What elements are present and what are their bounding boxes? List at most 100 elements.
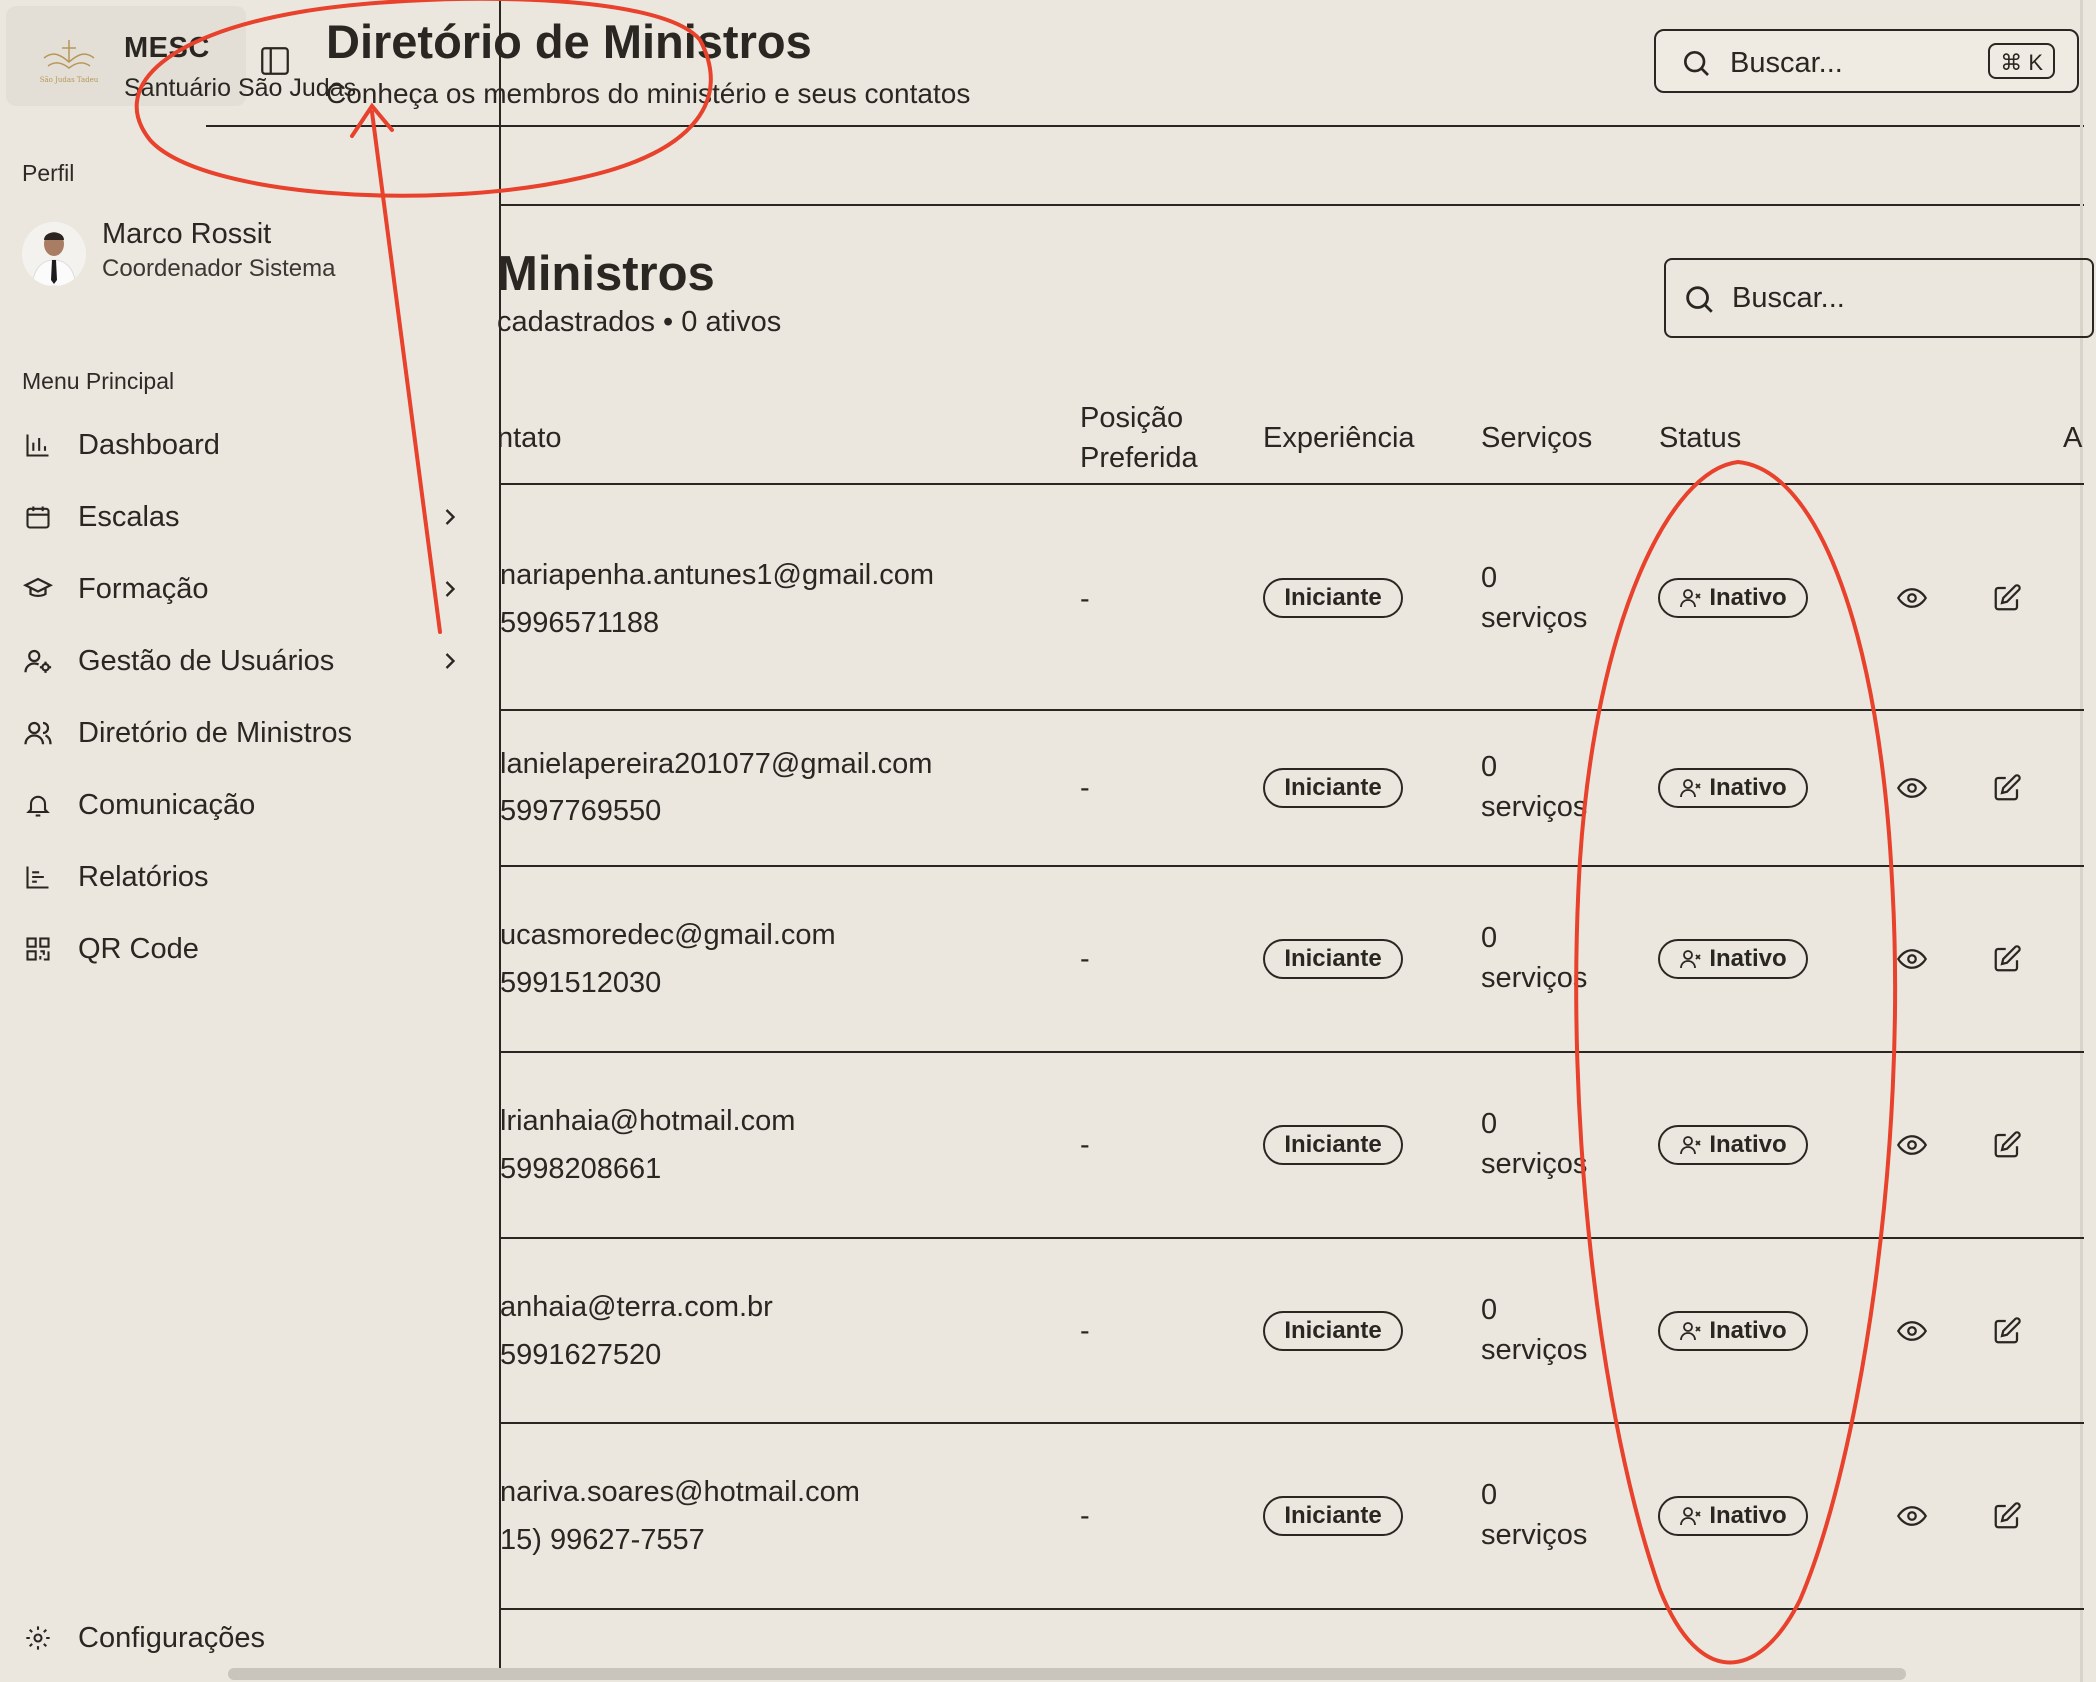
sidebar: São Judas Tadeu MESC Santuário São Judas…: [0, 0, 500, 1682]
menu-section-label: Menu Principal: [22, 368, 175, 394]
row-email: lrianhaia@hotmail.com: [500, 1105, 796, 1137]
qr-code-icon: [22, 933, 54, 965]
row-position: -: [1080, 1315, 1090, 1347]
row-email: anhaia@terra.com.br: [500, 1291, 773, 1323]
sidebar-item-formacao[interactable]: Formação: [22, 559, 472, 619]
status-badge: Inativo: [1658, 1496, 1808, 1536]
experience-badge: Iniciante: [1263, 1311, 1403, 1351]
sidebar-item-label: QR Code: [78, 932, 199, 965]
table-row[interactable]: nariapenha.antunes1@gmail.com 5996571188…: [500, 485, 2084, 711]
chevron-right-icon[interactable]: [436, 503, 464, 531]
eye-icon[interactable]: [1895, 942, 1929, 976]
sidebar-item-label: Diretório de Ministros: [78, 716, 352, 749]
sidebar-item-qr-code[interactable]: QR Code: [22, 919, 472, 979]
row-divider: [500, 1608, 2084, 1610]
header-divider: [206, 125, 2084, 127]
experience-badge: Iniciante: [1263, 1125, 1403, 1165]
sidebar-item-label: Formação: [78, 572, 209, 605]
user-x-icon: [1680, 1136, 1701, 1155]
eye-icon[interactable]: [1895, 1499, 1929, 1533]
avatar[interactable]: [22, 222, 86, 286]
page-subtitle: Conheça os membros do ministério e seus …: [326, 78, 971, 109]
graduation-cap-icon: [22, 573, 54, 605]
user-x-icon: [1680, 1322, 1701, 1341]
ministros-search-input[interactable]: Buscar...: [1664, 258, 2094, 338]
column-header-servicos[interactable]: Serviços: [1481, 422, 1592, 455]
column-header-acoes[interactable]: A: [2063, 422, 2082, 455]
sidebar-item-label: Gestão de Usuários: [78, 644, 335, 677]
column-header-status[interactable]: Status: [1659, 422, 1741, 455]
sidebar-item-comunicacao[interactable]: Comunicação: [22, 775, 472, 835]
sidebar-toggle-icon[interactable]: [258, 44, 292, 78]
eye-icon[interactable]: [1895, 581, 1929, 615]
global-search-input[interactable]: Buscar... ⌘ K: [1654, 29, 2079, 93]
search-icon: [1686, 286, 1713, 313]
row-services-count: 0: [1481, 562, 1498, 594]
eye-icon[interactable]: [1895, 771, 1929, 805]
gear-icon: [22, 1622, 54, 1654]
column-header-experiencia[interactable]: Experiência: [1263, 422, 1415, 455]
eye-icon[interactable]: [1895, 1314, 1929, 1348]
sidebar-item-label: Escalas: [78, 500, 180, 533]
sidebar-item-dashboard[interactable]: Dashboard: [22, 415, 472, 475]
chevron-right-icon[interactable]: [436, 575, 464, 603]
sidebar-item-label: Dashboard: [78, 428, 220, 461]
search-icon: [1684, 51, 1709, 76]
row-phone: 5991512030: [500, 967, 662, 999]
user-x-icon: [1680, 589, 1701, 608]
row-position: -: [1080, 1500, 1090, 1532]
row-phone: 5998208661: [500, 1153, 662, 1185]
sidebar-item-escalas[interactable]: Escalas: [22, 487, 472, 547]
status-label: Inativo: [1709, 1502, 1787, 1529]
status-badge: Inativo: [1658, 768, 1808, 808]
brand-logo: São Judas Tadeu: [40, 40, 99, 84]
status-label: Inativo: [1709, 1131, 1787, 1158]
table-row[interactable]: lrianhaia@hotmail.com 5998208661 - Inici…: [500, 1053, 2084, 1239]
column-header-posicao-line2[interactable]: Preferida: [1080, 442, 1198, 475]
row-email: lanielapereira201077@gmail.com: [500, 748, 933, 780]
page-title: Diretório de Ministros: [326, 15, 812, 68]
sidebar-item-gestao-usuarios[interactable]: Gestão de Usuários: [22, 631, 472, 691]
edit-icon[interactable]: [1990, 1314, 2024, 1348]
calendar-icon: [22, 501, 54, 533]
row-position: -: [1080, 1129, 1090, 1161]
user-cog-icon: [22, 645, 54, 677]
eye-icon[interactable]: [1895, 1128, 1929, 1162]
table-row[interactable]: lanielapereira201077@gmail.com 599776955…: [500, 711, 2084, 867]
table-row[interactable]: ucasmoredec@gmail.com 5991512030 - Inici…: [500, 867, 2084, 1053]
row-email: nariapenha.antunes1@gmail.com: [500, 559, 935, 591]
line-chart-icon: [22, 861, 54, 893]
global-search-placeholder: Buscar...: [1730, 47, 1843, 79]
sidebar-item-configuracoes[interactable]: Configurações: [22, 1608, 472, 1668]
row-position: -: [1080, 583, 1090, 615]
ministros-search-placeholder: Buscar...: [1732, 282, 1845, 314]
horizontal-scrollbar[interactable]: [228, 1668, 1906, 1680]
bar-chart-icon: [22, 429, 54, 461]
brand-name: MESC: [124, 32, 210, 64]
bell-icon: [22, 789, 54, 821]
chevron-right-icon[interactable]: [436, 647, 464, 675]
table-row[interactable]: anhaia@terra.com.br 5991627520 - Inician…: [500, 1239, 2084, 1424]
row-services-unit: serviços: [1481, 1148, 1588, 1180]
column-header-posicao[interactable]: Posição: [1080, 402, 1183, 435]
sidebar-item-relatorios[interactable]: Relatórios: [22, 847, 472, 907]
row-services-count: 0: [1481, 1108, 1498, 1140]
user-x-icon: [1680, 779, 1701, 798]
status-label: Inativo: [1709, 774, 1787, 801]
row-services-unit: serviços: [1481, 791, 1588, 823]
status-label: Inativo: [1709, 945, 1787, 972]
table-row[interactable]: nariva.soares@hotmail.com 15) 99627-7557…: [500, 1424, 2084, 1610]
profile-section-label: Perfil: [22, 160, 75, 186]
brand-header[interactable]: São Judas Tadeu MESC Santuário São Judas: [6, 6, 356, 106]
edit-icon[interactable]: [1990, 581, 2024, 615]
sidebar-item-diretorio-ministros[interactable]: Diretório de Ministros: [22, 703, 472, 763]
row-services-unit: serviços: [1481, 1519, 1588, 1551]
edit-icon[interactable]: [1990, 1499, 2024, 1533]
column-header-contato[interactable]: ntato: [497, 422, 562, 455]
keyboard-shortcut-badge: ⌘ K: [1988, 43, 2055, 79]
edit-icon[interactable]: [1990, 1128, 2024, 1162]
user-x-icon: [1680, 1507, 1701, 1526]
edit-icon[interactable]: [1990, 771, 2024, 805]
edit-icon[interactable]: [1990, 942, 2024, 976]
row-phone: 5997769550: [500, 795, 662, 827]
